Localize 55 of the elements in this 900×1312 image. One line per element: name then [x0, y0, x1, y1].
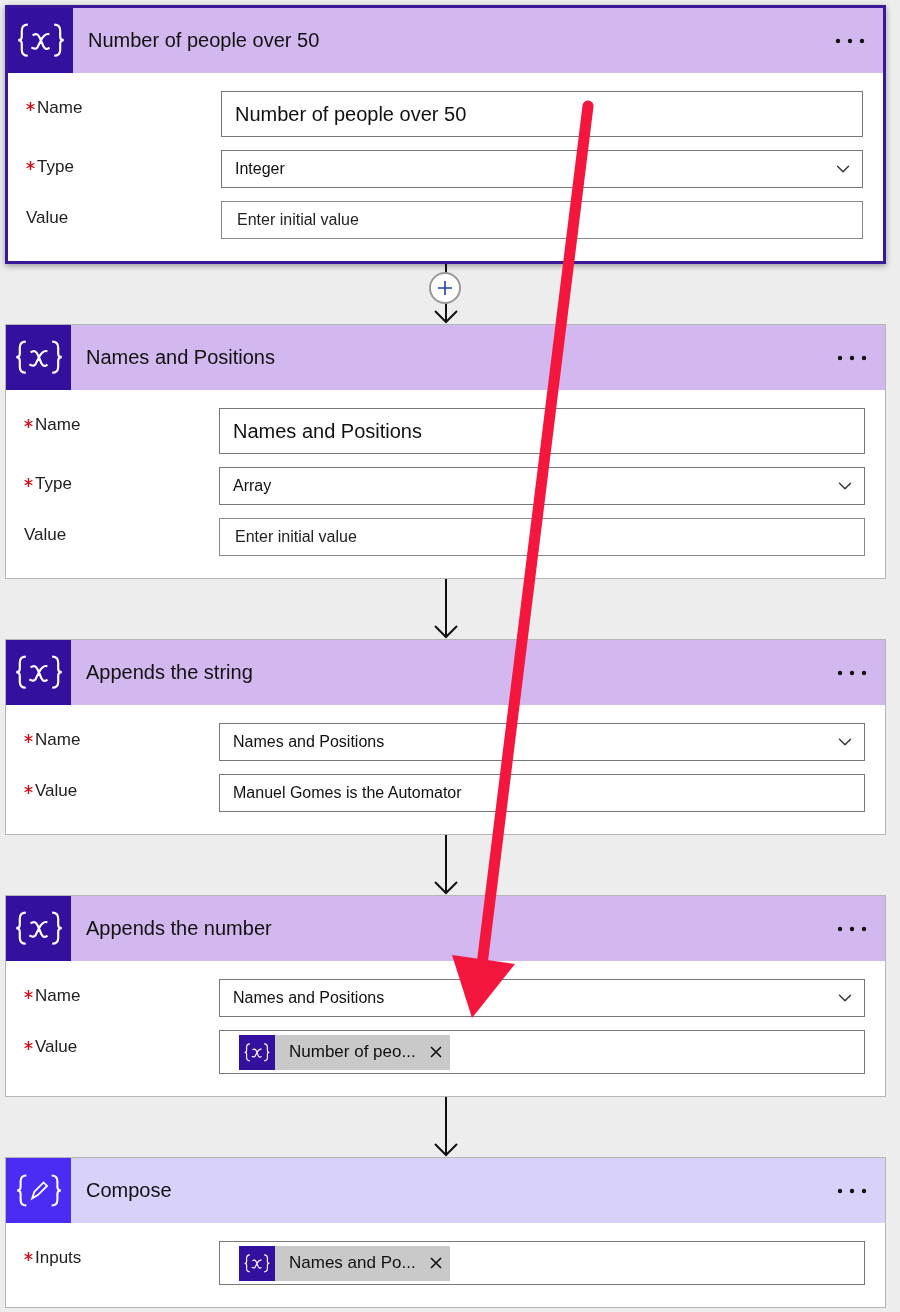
- card-title: Appends the number: [86, 917, 273, 940]
- token-field[interactable]: Number of peo...: [219, 1030, 865, 1074]
- card-title: Number of people over 50: [88, 29, 321, 52]
- field-label: Value: [35, 1037, 78, 1057]
- variable-icon: [14, 909, 63, 948]
- card-title: Names and Positions: [86, 346, 276, 369]
- field-label: Name: [37, 98, 83, 118]
- field-label: Type: [35, 474, 72, 494]
- variable-icon: [244, 1041, 270, 1063]
- variable-icon: [16, 21, 65, 60]
- variable-icon: [14, 653, 63, 692]
- close-icon[interactable]: [429, 1046, 442, 1058]
- action-card[interactable]: Appends the number Name Names and Positions Value Number of peo...: [5, 895, 886, 1097]
- input-field[interactable]: Enter initial value: [219, 518, 865, 556]
- card-header[interactable]: Names and Positions: [6, 325, 885, 390]
- field-label: Name: [35, 730, 81, 750]
- action-card[interactable]: Number of people over 50 Name Number of people over 50 Type Integer Value Enter initial value: [5, 5, 886, 264]
- field-label: Type: [37, 157, 74, 177]
- more-icon[interactable]: [837, 669, 867, 676]
- token-field[interactable]: Names and Po...: [219, 1241, 865, 1285]
- close-icon[interactable]: [429, 1257, 442, 1269]
- card-header[interactable]: Compose: [6, 1158, 885, 1223]
- more-icon[interactable]: [837, 925, 867, 932]
- more-icon[interactable]: [835, 37, 865, 44]
- variable-token[interactable]: Names and Po...: [239, 1245, 450, 1281]
- action-card[interactable]: Compose Inputs Names and Po...: [5, 1157, 886, 1308]
- field-label: Value: [35, 781, 78, 801]
- variable-icon: [14, 338, 63, 377]
- card-title: Appends the string: [86, 661, 254, 684]
- more-icon[interactable]: [837, 1187, 867, 1194]
- dropdown-field[interactable]: Names and Positions: [219, 979, 865, 1017]
- name-field[interactable]: Number of people over 50: [221, 91, 863, 137]
- dropdown-field[interactable]: Array: [219, 467, 865, 505]
- card-header[interactable]: Appends the number: [6, 896, 885, 961]
- action-card[interactable]: Appends the string Name Names and Positions Value Manuel Gomes is the Automator: [5, 639, 886, 835]
- card-header[interactable]: Appends the string: [6, 640, 885, 705]
- variable-token[interactable]: Number of peo...: [239, 1034, 450, 1070]
- field-label: Value: [26, 208, 69, 228]
- field-label: Name: [35, 986, 81, 1006]
- value-field[interactable]: Manuel Gomes is the Automator: [219, 774, 865, 812]
- field-label: Inputs: [35, 1248, 82, 1268]
- field-label: Name: [35, 415, 81, 435]
- variable-icon: [244, 1252, 270, 1274]
- compose-icon: [15, 1172, 62, 1209]
- dropdown-field[interactable]: Names and Positions: [219, 723, 865, 761]
- add-step-button[interactable]: [429, 272, 461, 304]
- action-card[interactable]: Names and Positions Name Names and Positions Type Array Value Enter initial value: [5, 324, 886, 579]
- input-field[interactable]: Enter initial value: [221, 201, 863, 239]
- card-title: Compose: [86, 1179, 173, 1202]
- plus-icon: [437, 280, 453, 296]
- dropdown-field[interactable]: Integer: [221, 150, 863, 188]
- card-header[interactable]: Number of people over 50: [8, 8, 883, 73]
- name-field[interactable]: Names and Positions: [219, 408, 865, 454]
- more-icon[interactable]: [837, 354, 867, 361]
- field-label: Value: [24, 525, 67, 545]
